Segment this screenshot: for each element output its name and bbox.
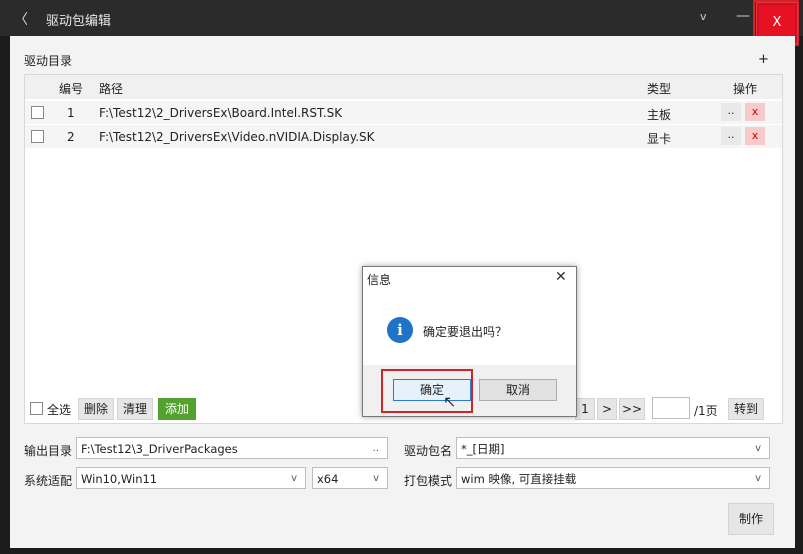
header-num: 编号 [59, 82, 84, 96]
back-icon[interactable]: 〈 [14, 9, 28, 29]
clear-button[interactable]: 清理 [117, 398, 153, 420]
goto-button[interactable]: 转到 [728, 398, 764, 420]
header-path: 路径 [99, 82, 124, 96]
output-dir-label: 输出目录 [24, 444, 73, 458]
minimize-icon[interactable]: — [736, 8, 750, 24]
browse-icon[interactable]: .. [373, 438, 379, 460]
page-input[interactable] [652, 397, 690, 419]
pkg-name-label: 驱动包名 [404, 444, 453, 458]
mouse-cursor-icon: ↖ [443, 392, 457, 411]
add-button[interactable]: 添加 [158, 398, 196, 420]
dialog-footer: 确定 取消 ↖ [363, 365, 576, 416]
section-label: 驱动目录 [24, 54, 73, 68]
system-select[interactable]: Win10,Win11 v [76, 467, 306, 489]
pkg-name-value: *_[日期] [461, 442, 505, 456]
system-value: Win10,Win11 [81, 472, 158, 486]
pager-next-button[interactable]: > [597, 398, 617, 420]
row-edit-button[interactable]: .. [721, 127, 741, 145]
window-title: 驱动包编辑 [46, 14, 112, 29]
row-edit-button[interactable]: .. [721, 103, 741, 121]
ok-button[interactable]: 确定 [393, 379, 471, 401]
row-num: 1 [67, 106, 75, 120]
header-ops: 操作 [733, 82, 758, 96]
row-remove-button[interactable]: x [745, 127, 765, 145]
output-dir-value: F:\Test12\3_DriverPackages [81, 442, 238, 456]
row-num: 2 [67, 130, 75, 144]
system-label: 系统适配 [24, 474, 73, 488]
mode-select[interactable]: wim 映像, 可直接挂载 v [456, 467, 770, 489]
confirm-dialog: 信息 ✕ i 确定要退出吗？ 确定 取消 ↖ [362, 266, 577, 417]
collapse-icon[interactable]: v [700, 10, 707, 23]
row-remove-button[interactable]: x [745, 103, 765, 121]
pkg-name-select[interactable]: *_[日期] v [456, 437, 770, 459]
row-path: F:\Test12\2_DriversEx\Board.Intel.RST.SK [99, 106, 343, 120]
table-row[interactable]: 2 F:\Test12\2_DriversEx\Video.nVIDIA.Dis… [25, 125, 782, 148]
pager-last-button[interactable]: >> [619, 398, 645, 420]
mode-value: wim 映像, 可直接挂载 [461, 472, 577, 486]
row-checkbox[interactable] [31, 130, 44, 143]
table-row[interactable]: 1 F:\Test12\2_DriversEx\Board.Intel.RST.… [25, 101, 782, 124]
chevron-down-icon: v [291, 473, 297, 484]
chevron-down-icon: v [755, 443, 761, 454]
dialog-close-icon[interactable]: ✕ [555, 269, 567, 285]
make-button[interactable]: 制作 [728, 503, 774, 535]
arch-select[interactable]: x64 v [312, 467, 388, 489]
dialog-message: 确定要退出吗？ [423, 325, 508, 339]
dialog-body: i 确定要退出吗？ [363, 293, 576, 365]
row-type: 显卡 [647, 132, 672, 146]
dialog-title: 信息 [367, 273, 392, 287]
pager-current[interactable]: 1 [575, 398, 595, 420]
page-total: /1页 [694, 404, 718, 418]
output-dir-field[interactable]: F:\Test12\3_DriverPackages .. [76, 437, 388, 459]
row-type: 主板 [647, 108, 672, 122]
header-type: 类型 [647, 82, 672, 96]
row-path: F:\Test12\2_DriversEx\Video.nVIDIA.Displ… [99, 130, 375, 144]
row-checkbox[interactable] [31, 106, 44, 119]
select-all-checkbox[interactable] [30, 402, 43, 415]
title-bar: 〈 驱动包编辑 v — X [0, 0, 803, 46]
delete-button[interactable]: 删除 [78, 398, 114, 420]
cancel-button[interactable]: 取消 [479, 379, 557, 401]
chevron-down-icon: v [373, 473, 379, 484]
add-driver-icon[interactable]: + [758, 52, 769, 67]
select-all-label: 全选 [47, 403, 72, 417]
chevron-down-icon: v [755, 473, 761, 484]
table-header: 编号 路径 类型 操作 [25, 75, 782, 99]
arch-value: x64 [317, 472, 339, 486]
info-icon: i [387, 317, 413, 343]
mode-label: 打包模式 [404, 474, 453, 488]
